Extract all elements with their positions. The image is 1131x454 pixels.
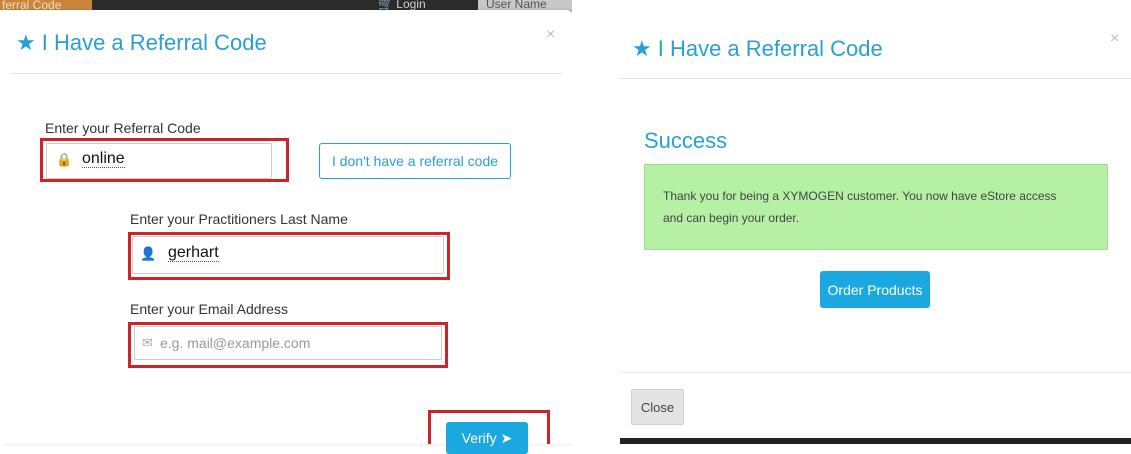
email-highlight	[128, 322, 448, 368]
last-name-label: Enter your Practitioners Last Name	[130, 211, 348, 227]
success-heading: Success	[644, 128, 728, 153]
close-icon[interactable]: ×	[546, 26, 555, 44]
referral-code-label: Enter your Referral Code	[45, 120, 201, 136]
modal-header-divider	[10, 73, 562, 74]
close-button[interactable]: Close	[631, 389, 684, 425]
success-footer-divider	[620, 372, 1131, 373]
last-name-highlight	[128, 232, 450, 280]
close-icon[interactable]: ×	[1110, 30, 1119, 48]
modal-title: ★ I Have a Referral Code	[16, 30, 267, 55]
referral-code-highlight	[40, 138, 289, 182]
screenshot-gap	[572, 0, 620, 444]
success-modal-title: ★ I Have a Referral Code	[632, 36, 883, 61]
no-referral-code-button[interactable]: I don't have a referral code	[319, 143, 511, 179]
success-header-divider	[620, 78, 1131, 79]
star-icon: ★	[16, 30, 36, 55]
success-modal: ★ I Have a Referral Code × Success Thank …	[620, 0, 1131, 444]
referral-modal: ★ I Have a Referral Code × Enter your Ref…	[0, 10, 572, 454]
email-label: Enter your Email Address	[130, 301, 288, 317]
order-products-button[interactable]: Order Products	[820, 271, 930, 308]
success-message-line2: and can begin your order.	[663, 211, 800, 225]
success-alert: Thank you for being a XYMOGEN customer. …	[644, 164, 1108, 250]
background-login-link: 🛒 Login	[378, 0, 426, 10]
verify-highlight	[428, 410, 550, 444]
bottom-edge	[620, 438, 1131, 444]
star-icon: ★	[632, 36, 652, 61]
success-message-line1: Thank you for being a XYMOGEN customer. …	[663, 189, 1057, 203]
